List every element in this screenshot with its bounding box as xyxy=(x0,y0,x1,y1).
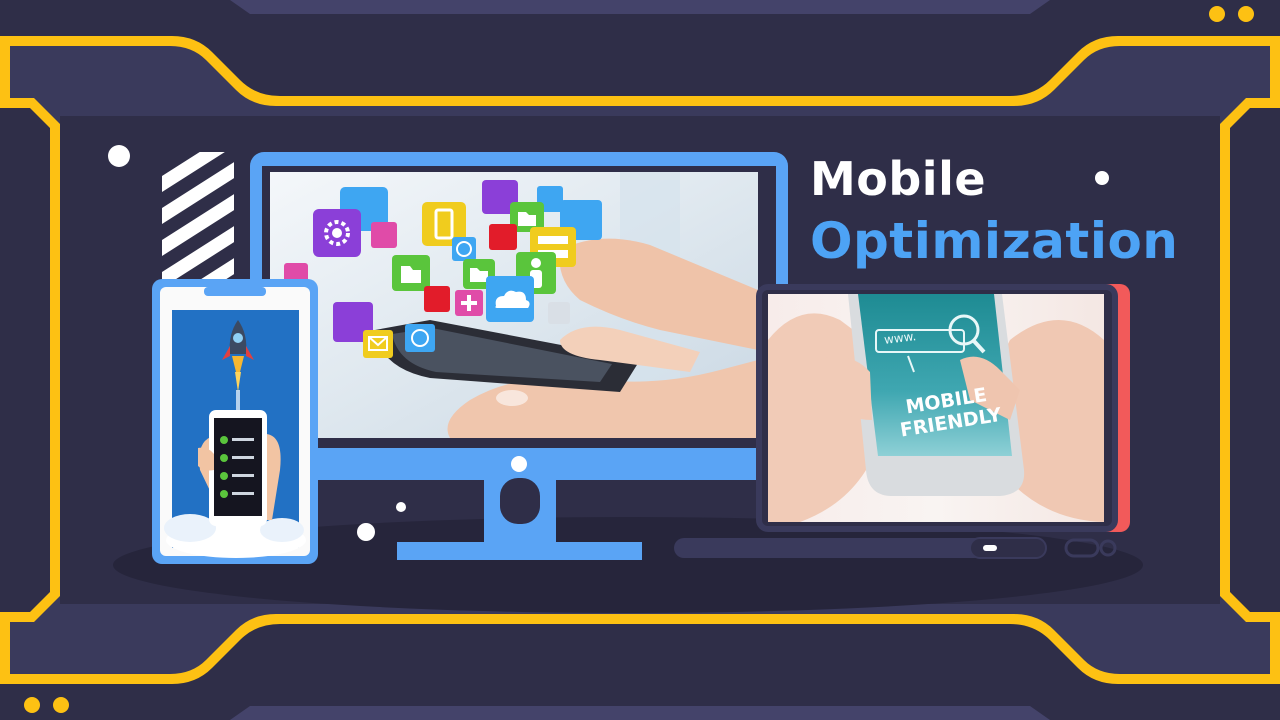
title-line-2: Optimization xyxy=(810,212,1179,270)
gear-icon xyxy=(313,209,361,257)
plus-icon xyxy=(455,290,483,316)
slide-background xyxy=(0,0,1280,720)
bottom-tab xyxy=(230,706,1050,720)
decor-dot xyxy=(357,523,375,541)
left-phone xyxy=(152,279,318,564)
globe-icon xyxy=(405,324,435,352)
decor-dot xyxy=(108,145,130,167)
corner-dot xyxy=(24,697,40,713)
decor-dot xyxy=(1095,171,1109,185)
title-line-1: Mobile xyxy=(810,152,987,206)
mail-icon xyxy=(363,330,393,358)
corner-dot xyxy=(1209,6,1225,22)
corner-dot xyxy=(53,697,69,713)
corner-dot xyxy=(1238,6,1254,22)
globe-icon xyxy=(452,237,476,261)
top-tab xyxy=(230,0,1050,14)
cloud-icon xyxy=(486,276,534,322)
decor-dot xyxy=(396,502,406,512)
folder-icon xyxy=(392,255,430,291)
